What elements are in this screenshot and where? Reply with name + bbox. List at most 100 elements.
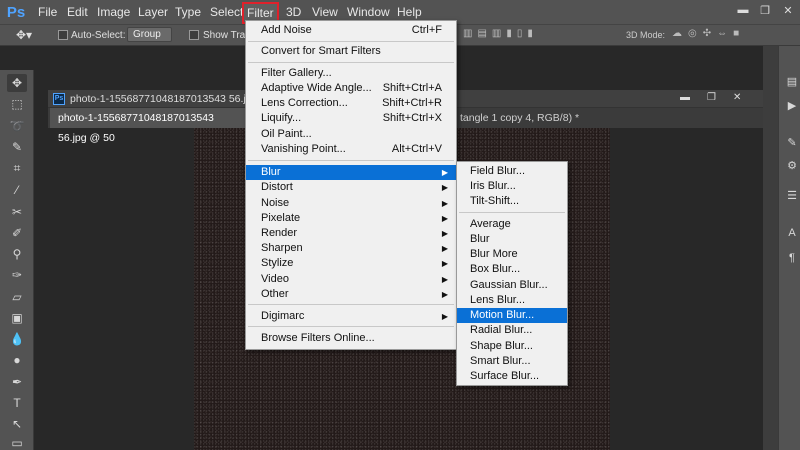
submenu-item-tilt-shift[interactable]: Tilt-Shift... xyxy=(457,194,567,209)
submenu-arrow-icon: ▶ xyxy=(441,275,448,284)
adjust-panel-icon[interactable]: ⚙ xyxy=(784,158,800,174)
menu-item-sharpen[interactable]: Sharpen ▶ xyxy=(246,241,456,256)
other-label: Other xyxy=(261,288,289,300)
brush-tool-icon[interactable]: ✐ xyxy=(7,224,27,242)
move-tool-icon[interactable]: ✥ xyxy=(7,74,27,92)
document-tab-active[interactable]: photo-1-15568771048187013543 56.jpg @ 50 xyxy=(50,108,245,144)
lasso-tool-icon[interactable]: ➰ xyxy=(7,117,27,135)
menu-item-filter-gallery[interactable]: Filter Gallery... xyxy=(246,66,456,81)
menu-item-pixelate[interactable]: Pixelate ▶ xyxy=(246,211,456,226)
healing-tool-icon[interactable]: ✂ xyxy=(7,203,27,221)
character-panel-icon[interactable]: A xyxy=(784,225,800,241)
menu-separator xyxy=(248,62,454,63)
gradient-tool-icon[interactable]: ▣ xyxy=(7,309,27,327)
submenu-arrow-icon: ▶ xyxy=(441,168,448,177)
menu-item-convert-smart-filters[interactable]: Convert for Smart Filters xyxy=(246,44,456,59)
doc-minimize-icon[interactable]: ▬ xyxy=(680,92,690,103)
menu-help[interactable]: Help xyxy=(394,4,425,20)
stamp-tool-icon[interactable]: ⚲ xyxy=(7,245,27,263)
shape-tool-icon[interactable]: ▭ xyxy=(7,434,27,450)
submenu-item-smart-blur[interactable]: Smart Blur... xyxy=(457,354,567,369)
marquee-tool-icon[interactable]: ⬚ xyxy=(7,95,27,113)
submenu-item-blur-more[interactable]: Blur More xyxy=(457,247,567,262)
submenu-item-box-blur[interactable]: Box Blur... xyxy=(457,262,567,277)
restore-icon[interactable]: ❐ xyxy=(757,4,773,18)
submenu-item-field-blur[interactable]: Field Blur... xyxy=(457,164,567,179)
submenu-item-average[interactable]: Average xyxy=(457,217,567,232)
submenu-arrow-icon: ▶ xyxy=(441,290,448,299)
auto-select-checkbox[interactable] xyxy=(58,30,68,40)
sharpen-label: Sharpen xyxy=(261,242,303,254)
menu-item-browse-filters-online[interactable]: Browse Filters Online... xyxy=(246,331,456,346)
menu-item-stylize[interactable]: Stylize ▶ xyxy=(246,256,456,271)
close-icon[interactable]: ✕ xyxy=(780,4,796,18)
menu-image[interactable]: Image xyxy=(94,4,133,20)
menu-item-blur[interactable]: Blur ▶ xyxy=(246,165,456,180)
paragraph-panel-icon[interactable]: ¶ xyxy=(784,250,800,266)
submenu-item-motion-blur[interactable]: Motion Blur... xyxy=(457,308,567,323)
menu-item-adaptive-wide-angle[interactable]: Adaptive Wide Angle... Shift+Ctrl+A xyxy=(246,81,456,96)
eraser-tool-icon[interactable]: ▱ xyxy=(7,288,27,306)
lens-correction-label: Lens Correction... xyxy=(261,97,348,109)
type-tool-icon[interactable]: T xyxy=(7,394,27,412)
menu-item-vanishing-point[interactable]: Vanishing Point... Alt+Ctrl+V xyxy=(246,142,456,157)
menu-item-liquify[interactable]: Liquify... Shift+Ctrl+X xyxy=(246,111,456,126)
submenu-arrow-icon: ▶ xyxy=(441,229,448,238)
menu-item-video[interactable]: Video ▶ xyxy=(246,272,456,287)
menu-edit[interactable]: Edit xyxy=(64,4,91,20)
eyedropper-tool-icon[interactable]: ⁄ xyxy=(7,181,27,199)
submenu-item-blur[interactable]: Blur xyxy=(457,232,567,247)
dodge-tool-icon[interactable]: ● xyxy=(7,351,27,369)
submenu-item-lens-blur[interactable]: Lens Blur... xyxy=(457,293,567,308)
history-brush-tool-icon[interactable]: ✑ xyxy=(7,266,27,284)
distort-label: Distort xyxy=(261,181,293,193)
doc-close-icon[interactable]: ✕ xyxy=(733,92,741,103)
menu-item-distort[interactable]: Distort ▶ xyxy=(246,180,456,195)
menu-item-other[interactable]: Other ▶ xyxy=(246,287,456,302)
submenu-arrow-icon: ▶ xyxy=(441,259,448,268)
menu-type[interactable]: Type xyxy=(172,4,204,20)
doc-restore-icon[interactable]: ❐ xyxy=(707,92,716,103)
menu-layer[interactable]: Layer xyxy=(135,4,171,20)
sliders-panel-icon[interactable]: ☰ xyxy=(784,188,800,204)
liquify-label: Liquify... xyxy=(261,112,302,124)
path-select-tool-icon[interactable]: ↖ xyxy=(7,415,27,433)
minimize-icon[interactable]: ▬ xyxy=(735,4,751,18)
menu-item-add-noise[interactable]: Add Noise Ctrl+F xyxy=(246,23,456,38)
submenu-item-surface-blur[interactable]: Surface Blur... xyxy=(457,369,567,384)
pen-tool-icon[interactable]: ✒ xyxy=(7,373,27,391)
group-select[interactable]: Group xyxy=(127,27,172,42)
menu-file[interactable]: File xyxy=(35,4,60,20)
submenu-item-radial-blur[interactable]: Radial Blur... xyxy=(457,323,567,338)
menu-item-oil-paint[interactable]: Oil Paint... xyxy=(246,127,456,142)
menu-3d[interactable]: 3D xyxy=(283,4,304,20)
ps-document-icon: Ps xyxy=(53,93,65,105)
menu-view[interactable]: View xyxy=(309,4,341,20)
show-transform-checkbox[interactable] xyxy=(189,30,199,40)
submenu-item-gaussian-blur[interactable]: Gaussian Blur... xyxy=(457,278,567,293)
submenu-item-shape-blur[interactable]: Shape Blur... xyxy=(457,339,567,354)
submenu-item-iris-blur[interactable]: Iris Blur... xyxy=(457,179,567,194)
menu-item-lens-correction[interactable]: Lens Correction... Shift+Ctrl+R xyxy=(246,96,456,111)
blur-tool-icon[interactable]: 💧 xyxy=(7,330,27,348)
menu-item-render[interactable]: Render ▶ xyxy=(246,226,456,241)
menu-select[interactable]: Select xyxy=(207,4,246,20)
wide-angle-label: Adaptive Wide Angle... xyxy=(261,82,372,94)
menu-window[interactable]: Window xyxy=(344,4,393,20)
history-panel-icon[interactable]: ▤ xyxy=(784,74,800,90)
submenu-arrow-icon: ▶ xyxy=(441,244,448,253)
actions-panel-icon[interactable]: ▶ xyxy=(784,98,800,114)
lens-correction-shortcut: Shift+Ctrl+R xyxy=(382,97,442,109)
brush-panel-icon[interactable]: ✎ xyxy=(784,135,800,151)
document-tab-suffix[interactable]: tangle 1 copy 4, RGB/8) * xyxy=(452,108,587,128)
menu-item-digimarc[interactable]: Digimarc ▶ xyxy=(246,309,456,324)
vanishing-point-label: Vanishing Point... xyxy=(261,143,346,155)
auto-select-label: Auto-Select: xyxy=(71,30,126,41)
quick-select-tool-icon[interactable]: ✎ xyxy=(7,138,27,156)
align-icons[interactable]: ▥▤▥▮▯▮ xyxy=(463,28,538,39)
3d-mode-icons[interactable]: ☁◎✣⇔■ xyxy=(672,28,745,39)
crop-tool-icon[interactable]: ⌗ xyxy=(7,159,27,177)
submenu-arrow-icon: ▶ xyxy=(441,312,448,321)
menu-item-noise[interactable]: Noise ▶ xyxy=(246,196,456,211)
move-tool-icon[interactable]: ✥▾ xyxy=(16,28,32,42)
